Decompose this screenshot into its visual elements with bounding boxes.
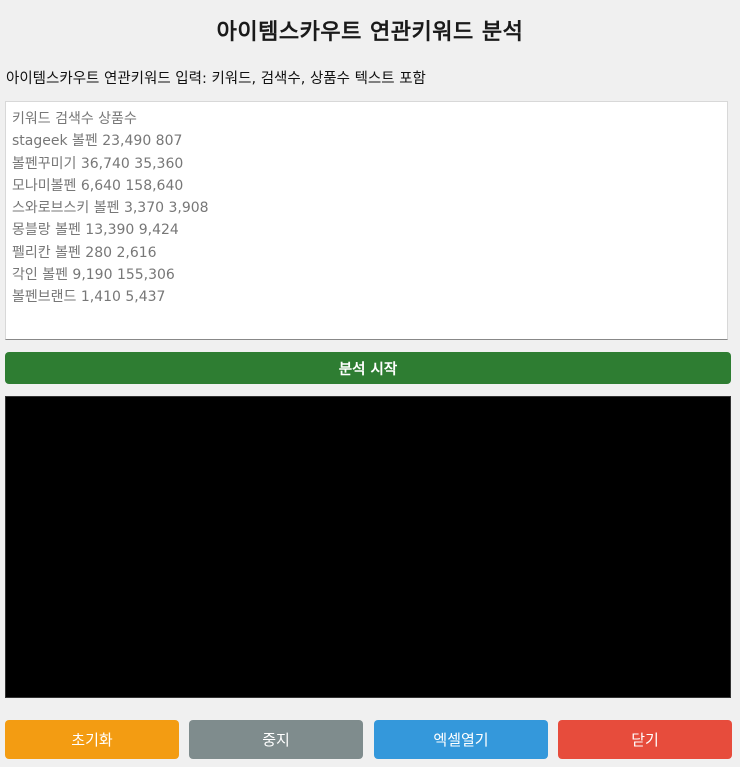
page-title: 아이템스카우트 연관키워드 분석	[216, 20, 524, 45]
stop-button[interactable]: 중지	[189, 720, 363, 759]
open-excel-button[interactable]: 엑셀열기	[374, 720, 548, 759]
close-button[interactable]: 닫기	[558, 720, 732, 759]
keyword-input-label: 아이템스카우트 연관키워드 입력: 키워드, 검색수, 상품수 텍스트 포함	[6, 71, 426, 87]
app-window: 아이템스카우트 연관키워드 분석 아이템스카우트 연관키워드 입력: 키워드, …	[0, 0, 740, 767]
keyword-input[interactable]	[5, 101, 728, 340]
reset-button[interactable]: 초기화	[5, 720, 179, 759]
output-panel[interactable]	[5, 396, 731, 698]
start-analysis-button[interactable]: 분석 시작	[5, 352, 731, 384]
